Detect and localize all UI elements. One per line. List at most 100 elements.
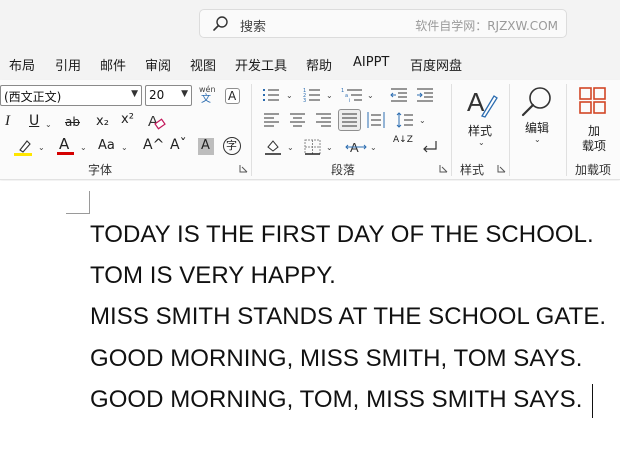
highlighter-icon[interactable] (14, 138, 34, 156)
document-line-2[interactable]: TOM IS VERY HAPPY. (90, 262, 336, 290)
tab-mailings[interactable]: 邮件 (100, 55, 126, 74)
justify-button[interactable] (338, 109, 361, 131)
chevron-down-icon[interactable]: ⌄ (367, 91, 374, 100)
tab-layout[interactable]: 布局 (9, 55, 35, 74)
chevron-down-icon[interactable]: ⌄ (286, 91, 293, 100)
tab-help[interactable]: 帮助 (306, 55, 332, 74)
title-bar: 搜索 软件自学网：RJZXW.COM (0, 0, 620, 46)
document-line-5[interactable]: GOOD MORNING, TOM, MISS SMITH SAYS. (90, 386, 582, 414)
shrink-font-button[interactable]: Aˇ (170, 138, 187, 152)
distributed-icon[interactable] (367, 112, 385, 128)
svg-text:a: a (345, 93, 348, 99)
styles-button-label: 样式 (468, 124, 493, 138)
show-marks-icon[interactable] (420, 139, 438, 155)
font-size-combo[interactable]: 20 ▼ (145, 85, 192, 106)
find-icon (521, 87, 551, 117)
addins-label-line2: 载项 (582, 139, 607, 153)
character-border-button[interactable]: A (225, 88, 240, 104)
group-separator (251, 84, 252, 176)
chevron-down-icon[interactable]: ⌄ (45, 120, 52, 129)
font-name-value: (西文正文) (4, 90, 62, 104)
line-spacing-icon[interactable] (396, 112, 414, 128)
chevron-down-icon[interactable]: ⌄ (287, 143, 294, 152)
dialog-launcher-icon[interactable] (239, 164, 248, 173)
decrease-indent-icon[interactable] (390, 87, 408, 103)
align-right-icon[interactable] (316, 113, 332, 127)
italic-button[interactable]: I (5, 114, 10, 129)
search-box[interactable]: 搜索 软件自学网：RJZXW.COM (199, 9, 567, 38)
chevron-down-icon: ▼ (131, 89, 138, 99)
superscript-button[interactable]: x² (121, 113, 134, 126)
svg-text:A: A (148, 113, 158, 130)
tab-references[interactable]: 引用 (55, 55, 81, 74)
phonetic-guide-button[interactable]: wén 文 (197, 84, 216, 106)
enclose-characters-button[interactable]: 字 (223, 137, 241, 155)
align-left-icon[interactable] (264, 113, 280, 127)
tab-aippt[interactable]: AIPPT (353, 55, 389, 70)
phonetic-guide-bottom: 文 (201, 94, 211, 105)
sort-icon: A↓Z (393, 135, 413, 145)
svg-text:i: i (349, 98, 350, 103)
bullets-icon[interactable] (262, 87, 280, 103)
font-color-button[interactable]: A (57, 137, 75, 157)
shading-icon[interactable] (264, 138, 282, 156)
svg-text:3: 3 (303, 98, 306, 103)
tab-baidu-disk[interactable]: 百度网盘 (410, 55, 462, 74)
font-name-combo[interactable]: (西文正文) ▼ (0, 85, 142, 106)
document-line-3[interactable]: MISS SMITH STANDS AT THE SCHOOL GATE. (90, 303, 606, 331)
chevron-down-icon[interactable]: ⌄ (419, 116, 426, 125)
underline-button[interactable]: U (29, 114, 39, 128)
enclose-characters-icon: 字 (226, 139, 237, 152)
editing-button-label: 编辑 (525, 121, 550, 135)
ribbon: (西文正文) ▼ 20 ▼ wén 文 A I U ⌄ ab x₂ x² A ⌄… (0, 80, 620, 180)
font-color-icon: A (59, 135, 70, 153)
tab-view[interactable]: 视图 (190, 55, 216, 74)
sort-button[interactable]: A↓Z (392, 135, 413, 158)
chevron-down-icon[interactable]: ⌄ (80, 143, 87, 152)
justify-icon (342, 113, 357, 127)
svg-text:1: 1 (341, 88, 344, 94)
chevron-down-icon: ▼ (181, 89, 188, 99)
font-size-value: 20 (149, 88, 165, 102)
search-icon (213, 16, 228, 31)
character-shading-button[interactable]: A (198, 138, 214, 155)
chinese-layout-icon[interactable]: A (345, 138, 367, 156)
addins-button[interactable]: 加 载项 (572, 84, 616, 156)
chevron-down-icon[interactable]: ⌄ (326, 91, 333, 100)
grow-font-button[interactable]: A^ (143, 138, 164, 152)
change-case-button[interactable]: Aa (98, 139, 115, 152)
dialog-launcher-icon[interactable] (439, 164, 448, 173)
styles-icon: A (467, 87, 498, 118)
margin-corner-mark (66, 213, 89, 214)
chevron-down-icon[interactable]: ⌄ (326, 143, 333, 152)
font-group-label: 字体 (88, 163, 113, 177)
chevron-down-icon[interactable]: ⌄ (38, 143, 45, 152)
document-line-1[interactable]: TODAY IS THE FIRST DAY OF THE SCHOOL. (90, 221, 594, 249)
borders-icon[interactable] (304, 139, 321, 155)
styles-button[interactable]: A 样式 ⌄ (459, 84, 505, 156)
styles-group-label: 样式 (460, 163, 485, 177)
numbering-icon[interactable]: 123 (303, 87, 321, 103)
text-cursor (592, 384, 593, 418)
search-placeholder: 搜索 (240, 20, 267, 35)
chevron-down-icon[interactable]: ⌄ (370, 143, 377, 152)
character-border-icon: A (228, 89, 237, 103)
dialog-launcher-icon[interactable] (497, 164, 506, 173)
strikethrough-button[interactable]: ab (65, 116, 80, 128)
phonetic-guide-top: wén (199, 85, 216, 94)
align-center-icon[interactable] (290, 113, 306, 127)
group-separator (566, 84, 567, 176)
clear-formatting-icon[interactable]: A (147, 112, 167, 130)
tab-developer[interactable]: 开发工具 (235, 55, 287, 74)
multilevel-list-icon[interactable]: 1ai (341, 87, 363, 103)
group-separator (509, 84, 510, 176)
chevron-down-icon[interactable]: ⌄ (121, 143, 128, 152)
watermark-text: 软件自学网：RJZXW.COM (415, 19, 558, 33)
tab-review[interactable]: 审阅 (145, 55, 171, 74)
character-shading-icon: A (201, 138, 210, 153)
group-separator (451, 84, 452, 176)
increase-indent-icon[interactable] (416, 87, 434, 103)
subscript-button[interactable]: x₂ (96, 115, 109, 128)
editing-button[interactable]: 编辑 ⌄ (515, 84, 559, 154)
document-line-4[interactable]: GOOD MORNING, MISS SMITH, TOM SAYS. (90, 345, 582, 373)
